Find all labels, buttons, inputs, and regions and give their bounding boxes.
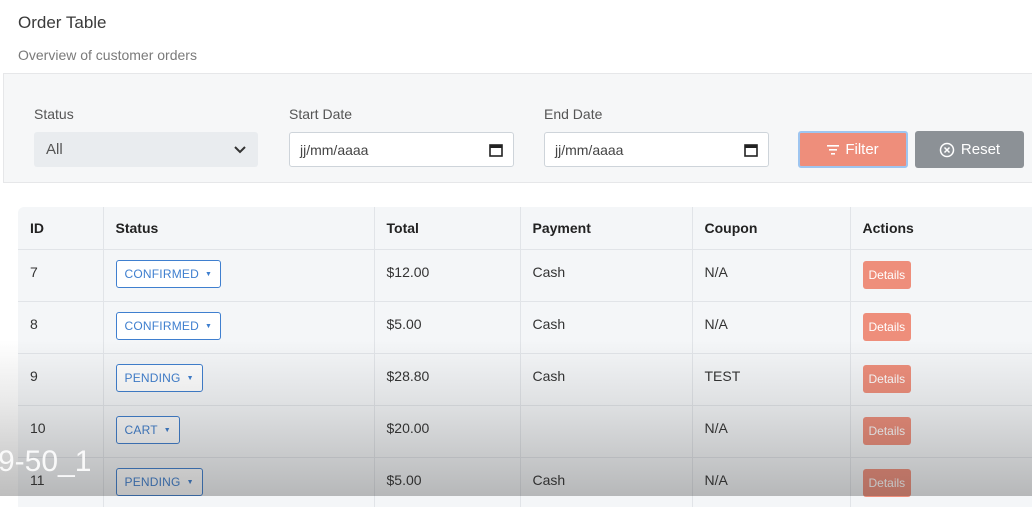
calendar-icon[interactable] — [744, 143, 758, 157]
start-date-placeholder: jj/mm/aaaa — [300, 142, 368, 158]
order-payment: Cash — [520, 302, 692, 354]
status-label: PENDING — [125, 475, 181, 489]
calendar-icon[interactable] — [489, 143, 503, 157]
status-label: CONFIRMED — [125, 319, 199, 333]
details-button[interactable]: Details — [863, 365, 912, 393]
column-header-actions: Actions — [850, 207, 1032, 250]
status-filter-label: Status — [34, 106, 74, 122]
order-payment — [520, 406, 692, 458]
reset-button[interactable]: Reset — [915, 131, 1024, 168]
column-header-payment: Payment — [520, 207, 692, 250]
table-row: 9 PENDING ▼ $28.80 Cash TEST Details — [18, 354, 1032, 406]
table-row: 8 CONFIRMED ▼ $5.00 Cash N/A Details — [18, 302, 1032, 354]
table-row: 7 CONFIRMED ▼ $12.00 Cash N/A Details — [18, 250, 1032, 302]
details-button[interactable]: Details — [863, 417, 912, 445]
filter-panel: Status All Start Date jj/mm/aaaa End Dat… — [3, 73, 1032, 183]
reset-button-label: Reset — [961, 141, 1000, 158]
details-button[interactable]: Details — [863, 469, 912, 497]
table-row: 10 CART▼ $20.00 N/A Details — [18, 406, 1032, 458]
order-id: 8 — [18, 302, 103, 354]
orders-table: ID Status Total Payment Coupon Actions 7… — [18, 207, 1032, 507]
filter-icon — [827, 145, 839, 155]
caret-down-icon: ▼ — [205, 323, 212, 330]
caret-down-icon: ▼ — [205, 271, 212, 278]
order-total: $5.00 — [374, 458, 520, 507]
status-label: CONFIRMED — [125, 267, 199, 281]
start-date-label: Start Date — [289, 106, 352, 122]
order-id: 9 — [18, 354, 103, 406]
order-payment: Cash — [520, 250, 692, 302]
page-title: Order Table — [18, 13, 107, 33]
end-date-label: End Date — [544, 106, 602, 122]
order-coupon: N/A — [692, 406, 850, 458]
chevron-down-icon — [234, 146, 246, 154]
end-date-input[interactable]: jj/mm/aaaa — [544, 132, 769, 167]
order-coupon: TEST — [692, 354, 850, 406]
filter-button-label: Filter — [845, 141, 878, 158]
status-dropdown[interactable]: CONFIRMED ▼ — [116, 260, 222, 288]
caret-down-icon: ▼ — [187, 375, 194, 382]
order-id: 7 — [18, 250, 103, 302]
page-subtitle: Overview of customer orders — [18, 47, 197, 63]
details-button[interactable]: Details — [863, 261, 912, 289]
status-select[interactable]: All — [34, 132, 258, 167]
details-button[interactable]: Details — [863, 313, 912, 341]
status-dropdown[interactable]: PENDING ▼ — [116, 468, 203, 496]
watermark-text: 9-50_1 — [0, 445, 91, 479]
order-total: $5.00 — [374, 302, 520, 354]
order-coupon: N/A — [692, 250, 850, 302]
table-header-row: ID Status Total Payment Coupon Actions — [18, 207, 1032, 250]
status-label: PENDING — [125, 371, 181, 385]
status-dropdown[interactable]: PENDING ▼ — [116, 364, 203, 392]
order-payment: Cash — [520, 354, 692, 406]
status-label: CART — [125, 423, 158, 437]
order-coupon: N/A — [692, 458, 850, 507]
column-header-id: ID — [18, 207, 103, 250]
order-payment: Cash — [520, 458, 692, 507]
column-header-coupon: Coupon — [692, 207, 850, 250]
column-header-status: Status — [103, 207, 374, 250]
status-dropdown[interactable]: CART ▼ — [116, 416, 180, 444]
status-select-value: All — [46, 141, 63, 158]
filter-button[interactable]: Filter — [798, 131, 908, 168]
status-dropdown[interactable]: CONFIRMED ▼ — [116, 312, 222, 340]
order-total: $28.80 — [374, 354, 520, 406]
start-date-input[interactable]: jj/mm/aaaa — [289, 132, 514, 167]
order-total: $12.00 — [374, 250, 520, 302]
order-total: $20.00 — [374, 406, 520, 458]
table-row: 11 PENDING▼ $5.00 Cash N/A Details — [18, 458, 1032, 507]
caret-down-icon: ▼ — [187, 479, 194, 486]
column-header-total: Total — [374, 207, 520, 250]
caret-down-icon: ▼ — [164, 427, 171, 434]
order-coupon: N/A — [692, 302, 850, 354]
end-date-placeholder: jj/mm/aaaa — [555, 142, 623, 158]
close-circle-icon — [939, 142, 955, 158]
